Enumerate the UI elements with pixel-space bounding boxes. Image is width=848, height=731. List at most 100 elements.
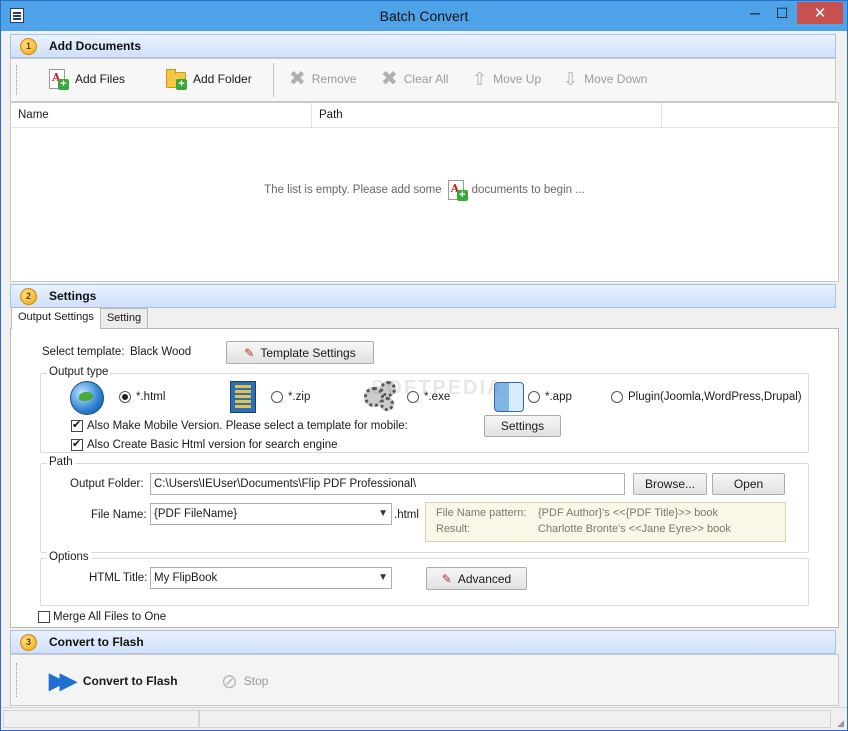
open-folder-button[interactable]: Open <box>712 473 785 495</box>
convert-toolbar-grip[interactable] <box>16 663 19 697</box>
output-folder-label: Output Folder: <box>70 478 144 490</box>
convert-header: 3 Convert to Flash <box>10 630 836 654</box>
radio-zip-label: *.zip <box>288 391 311 403</box>
template-settings-button[interactable]: ✎ Template Settings <box>226 341 374 364</box>
convert-to-flash-button[interactable]: ▶▶ Convert to Flash <box>49 661 178 701</box>
advanced-label: Advanced <box>457 571 512 586</box>
remove-label: Remove <box>311 72 357 86</box>
stop-button[interactable]: ⊘ Stop <box>221 661 268 701</box>
tab-output-settings[interactable]: Output Settings <box>11 307 101 329</box>
path-group-label: Path <box>47 456 75 468</box>
move-down-label: Move Down <box>584 72 648 86</box>
mobile-version-label: Also Make Mobile Version. Please select … <box>87 420 408 432</box>
title-bar[interactable]: Batch Convert ─ ☐ ✕ <box>1 1 847 31</box>
arrow-down-icon: ⇩ <box>563 69 579 89</box>
basic-html-check-indicator[interactable] <box>71 437 83 451</box>
stop-icon: ⊘ <box>221 670 238 693</box>
empty-message-suffix: documents to begin ... <box>471 184 585 196</box>
move-up-label: Move Up <box>493 72 542 86</box>
remove-icon: ✖ <box>289 68 306 90</box>
advanced-button[interactable]: ✎ Advanced <box>426 567 527 590</box>
arrow-up-icon: ⇧ <box>472 69 488 89</box>
move-up-button[interactable]: ⇧ Move Up <box>472 59 541 99</box>
convert-toolbar: ▶▶ Convert to Flash ⊘ Stop <box>10 654 839 706</box>
move-down-button[interactable]: ⇩ Move Down <box>563 59 647 99</box>
radio-app[interactable]: *.app <box>528 391 572 403</box>
chevron-down-icon[interactable]: ▼ <box>378 504 388 524</box>
merge-files-check-indicator[interactable] <box>38 611 50 623</box>
mobile-settings-label: Settings <box>500 419 545 433</box>
add-folder-button[interactable]: + Add Folder <box>165 59 252 99</box>
radio-app-label: *.app <box>545 391 572 403</box>
basic-html-label: Also Create Basic Html version for searc… <box>87 439 338 451</box>
zip-archive-icon <box>230 381 256 413</box>
mobile-settings-button[interactable]: Settings <box>484 415 561 437</box>
radio-zip-indicator[interactable] <box>271 391 283 403</box>
add-folder-label: Add Folder <box>193 72 252 86</box>
template-settings-label: Template Settings <box>260 345 356 360</box>
basic-html-checkbox[interactable]: Also Create Basic Html version for searc… <box>71 437 338 451</box>
browse-label: Browse... <box>644 477 695 491</box>
toolbar-grip[interactable] <box>16 65 19 95</box>
add-documents-title: Add Documents <box>49 39 142 53</box>
mobile-version-checkbox[interactable]: Also Make Mobile Version. Please select … <box>71 418 408 432</box>
file-name-combo[interactable]: {PDF FileName} ▼ <box>150 503 392 525</box>
open-label: Open <box>733 477 764 491</box>
clear-all-label: Clear All <box>403 72 449 86</box>
documents-toolbar: + Add Files + Add Folder ✖ Remove ✖ Clea… <box>10 58 836 102</box>
column-path[interactable]: Path <box>312 103 662 127</box>
radio-html[interactable]: *.html <box>119 391 165 403</box>
list-header: Name Path <box>11 103 838 128</box>
radio-app-indicator[interactable] <box>528 391 540 403</box>
browse-button[interactable]: Browse... <box>633 473 707 495</box>
convert-to-flash-label: Convert to Flash <box>82 674 178 688</box>
radio-zip[interactable]: *.zip <box>271 391 310 403</box>
minimize-button[interactable]: ─ <box>742 2 768 24</box>
output-folder-input[interactable]: C:\Users\IEUser\Documents\Flip PDF Profe… <box>150 473 625 495</box>
resize-grip-icon[interactable]: ◢ <box>837 718 844 729</box>
close-button[interactable]: ✕ <box>797 2 843 24</box>
add-folder-icon: + <box>165 68 187 90</box>
output-type-label: Output type <box>47 366 111 378</box>
pattern-value: {PDF Author}'s <<{PDF Title}>> book <box>538 507 719 519</box>
template-settings-icon: ✎ <box>244 345 255 360</box>
step-1-badge: 1 <box>20 37 37 55</box>
merge-files-checkbox[interactable]: Merge All Files to One <box>38 611 166 623</box>
add-pdf-icon: + <box>47 68 69 90</box>
chevron-down-icon[interactable]: ▼ <box>378 568 388 588</box>
mobile-version-check-indicator[interactable] <box>71 418 83 432</box>
remove-button[interactable]: ✖ Remove <box>289 59 356 99</box>
softpedia-watermark: SOFTPEDIA <box>371 377 504 399</box>
maximize-icon: ☐ <box>775 4 789 21</box>
add-pdf-icon: + <box>446 179 468 201</box>
template-value: Black Wood <box>130 346 192 358</box>
stop-label: Stop <box>243 674 269 688</box>
radio-html-label: *.html <box>136 391 166 403</box>
add-files-button[interactable]: + Add Files <box>47 59 125 99</box>
radio-html-indicator[interactable] <box>119 391 131 403</box>
radio-plugin[interactable]: Plugin(Joomla,WordPress,Drupal) <box>611 391 802 403</box>
status-cell-main <box>199 710 831 728</box>
file-name-value: {PDF FileName} <box>154 508 238 520</box>
clear-all-button[interactable]: ✖ Clear All <box>381 59 448 99</box>
result-label: Result: <box>436 523 471 535</box>
column-name[interactable]: Name <box>11 103 312 127</box>
file-extension: .html <box>394 509 419 521</box>
output-settings-panel: Select template: Black Wood ✎ Template S… <box>10 328 839 628</box>
maximize-button[interactable]: ☐ <box>769 2 795 24</box>
batch-convert-window: Batch Convert ─ ☐ ✕ 1 Add Documents + Ad… <box>0 0 848 731</box>
fast-forward-icon: ▶▶ <box>49 668 77 693</box>
documents-list[interactable]: Name Path The list is empty. Please add … <box>10 102 839 282</box>
status-cell-left <box>3 710 199 728</box>
step-3-badge: 3 <box>20 633 37 651</box>
html-title-combo[interactable]: My FlipBook ▼ <box>150 567 392 589</box>
empty-message-prefix: The list is empty. Please add some <box>264 184 442 196</box>
clear-all-icon: ✖ <box>381 68 398 90</box>
tab-setting[interactable]: Setting <box>99 308 149 328</box>
radio-plugin-indicator[interactable] <box>611 391 623 403</box>
toolbar-separator <box>273 63 274 97</box>
status-bar: ◢ <box>1 707 847 730</box>
select-template-label: Select template: <box>42 346 125 358</box>
empty-list-message: The list is empty. Please add some + doc… <box>11 179 838 201</box>
settings-tabs: Output Settings Setting <box>11 307 149 329</box>
